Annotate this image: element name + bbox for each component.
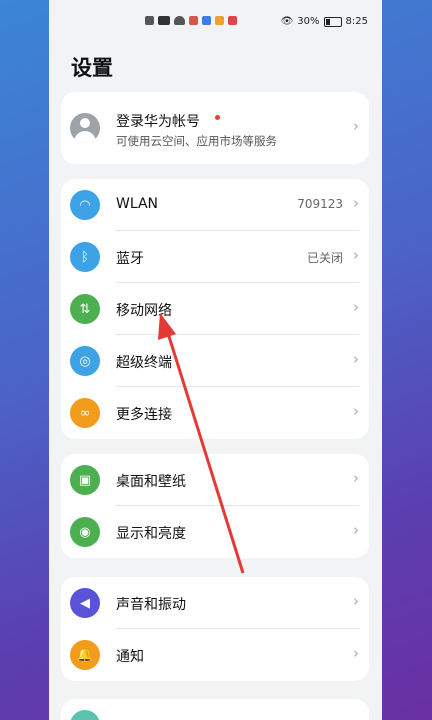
connectivity-group: ◠ WLAN 709123 › ᛒ 蓝牙 已关闭 › ⇅ 移动网络 › ◎ 超级终端 › ∞ 更多连接 › (61, 179, 369, 439)
chevron-right-icon: › (353, 117, 359, 135)
clock: 8:25 (345, 16, 368, 27)
eye-comfort-icon: 👁 (280, 16, 294, 27)
app-icon-3 (215, 16, 224, 25)
sound-icon: ◀ (70, 588, 100, 618)
settings-item-label: 通知 (116, 649, 144, 665)
chevron-right-icon: › (353, 592, 359, 610)
battery-percent: 30% (297, 16, 320, 27)
account-card[interactable]: 登录华为帐号 可使用云空间、应用市场等服务 › (61, 92, 369, 164)
link-icon: ∞ (70, 398, 100, 428)
signal-icon (158, 16, 170, 25)
status-icons (145, 16, 237, 25)
chevron-right-icon: › (353, 469, 359, 487)
chevron-right-icon: › (353, 246, 359, 264)
settings-item-sound[interactable]: ◀ 声音和振动 › (61, 577, 369, 629)
settings-item-label: 超级终端 (116, 355, 172, 371)
battery-fill (325, 18, 330, 25)
settings-item-link[interactable]: ∞ 更多连接 › (61, 387, 369, 439)
settings-screen: 👁 30% 8:25 设置 登录华为帐号 可使用云空间、应用市场等服务 › ◠ W… (49, 0, 382, 720)
settings-item-eye[interactable]: ◉ 显示和亮度 › (61, 506, 369, 558)
settings-item-value: 已关闭 (306, 251, 343, 265)
next-group-card (61, 699, 369, 720)
settings-item-label: WLAN (116, 196, 159, 212)
mobile-data-icon: ⇅ (70, 294, 100, 324)
chevron-right-icon: › (353, 521, 359, 539)
bluetooth-icon: ᛒ (70, 242, 100, 272)
chevron-right-icon: › (353, 350, 359, 368)
status-bar: 👁 30% 8:25 (49, 0, 382, 46)
settings-item-label: 桌面和壁纸 (116, 474, 186, 490)
settings-item-label: 移动网络 (116, 303, 172, 319)
app-icon-4 (228, 16, 237, 25)
settings-item-mobile-data[interactable]: ⇅ 移动网络 › (61, 283, 369, 335)
settings-item-super-device[interactable]: ◎ 超级终端 › (61, 335, 369, 387)
settings-item-bluetooth[interactable]: ᛒ 蓝牙 已关闭 › (61, 231, 369, 283)
eye-icon: ◉ (70, 517, 100, 547)
chevron-right-icon: › (353, 402, 359, 420)
settings-item-wifi[interactable]: ◠ WLAN 709123 › (61, 179, 369, 231)
wifi-icon: ◠ (70, 190, 100, 220)
settings-item-label: 蓝牙 (116, 251, 144, 267)
settings-item-label: 显示和亮度 (116, 526, 186, 542)
settings-item-label: 更多连接 (116, 407, 172, 423)
super-device-icon: ◎ (70, 346, 100, 376)
account-row[interactable]: 登录华为帐号 可使用云空间、应用市场等服务 › (61, 92, 369, 164)
battery-icon (323, 16, 342, 27)
app-icon-2 (202, 16, 211, 25)
chevron-right-icon: › (353, 298, 359, 316)
sound-group: ◀ 声音和振动 › 🔔 通知 › (61, 577, 369, 681)
next-item-icon (70, 710, 100, 720)
settings-item-wallpaper[interactable]: ▣ 桌面和壁纸 › (61, 454, 369, 506)
page-title: 设置 (71, 56, 113, 80)
account-subtitle: 可使用云空间、应用市场等服务 (116, 134, 277, 148)
settings-item-bell[interactable]: 🔔 通知 › (61, 629, 369, 681)
notification-dot (215, 115, 220, 120)
display-group: ▣ 桌面和壁纸 › ◉ 显示和亮度 › (61, 454, 369, 558)
settings-item-label: 声音和振动 (116, 597, 186, 613)
settings-item-value: 709123 (297, 197, 343, 211)
bell-icon: 🔔 (70, 640, 100, 670)
hd-icon (145, 16, 154, 25)
app-icon-1 (189, 16, 198, 25)
wallpaper-icon: ▣ (70, 465, 100, 495)
account-title: 登录华为帐号 (116, 114, 200, 130)
chevron-right-icon: › (353, 194, 359, 212)
wifi-status-icon (174, 16, 185, 25)
avatar (70, 113, 100, 143)
chevron-right-icon: › (353, 644, 359, 662)
